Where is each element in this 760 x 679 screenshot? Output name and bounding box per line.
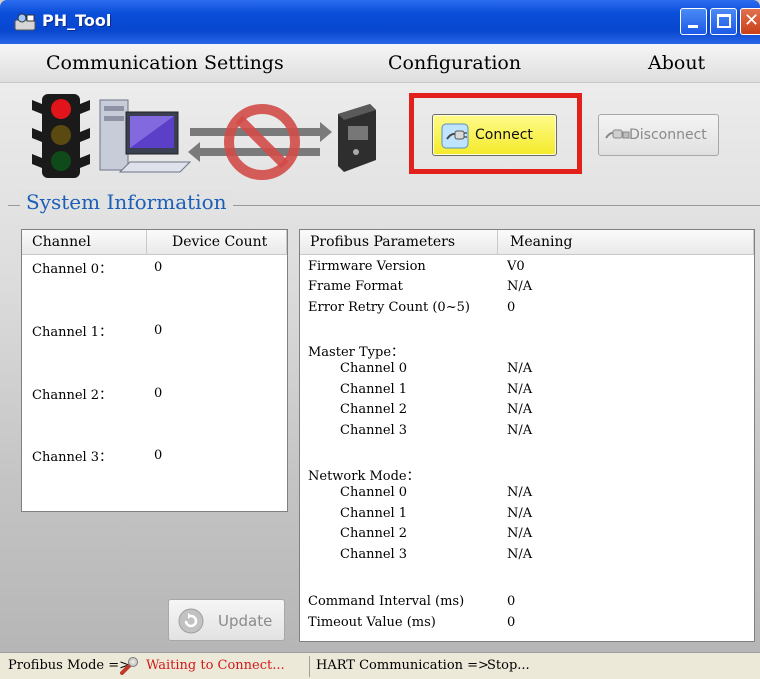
column-header-meaning[interactable]: Meaning: [498, 230, 754, 255]
network-mode-channel-value: N/A: [507, 506, 533, 521]
device-icon: [338, 104, 376, 172]
plug-icon: [441, 123, 469, 149]
wrench-icon: [120, 657, 138, 675]
master-type-channel-label: Channel 1: [340, 382, 408, 397]
master-type-channel-value: N/A: [507, 423, 533, 438]
connect-button[interactable]: Connect: [432, 114, 557, 156]
app-window: PH_Tool ✕ Communication Settings Configu…: [0, 0, 760, 679]
master-type-channel-label: Channel 2: [340, 402, 408, 417]
computer-icon: [99, 99, 192, 173]
menu-about[interactable]: About: [648, 52, 705, 74]
master-type-channel-label: Channel 0: [340, 361, 408, 376]
close-icon: ✕: [744, 10, 760, 31]
refresh-icon: [178, 608, 204, 634]
menu-configuration[interactable]: Configuration: [388, 52, 521, 74]
master-type-channel-label: Channel 3: [340, 423, 408, 438]
column-header-profibus-parameters[interactable]: Profibus Parameters: [300, 230, 498, 255]
hart-communication-status: Stop...: [487, 658, 530, 673]
channel-1-count: 0: [154, 323, 163, 338]
network-mode-channel-label: Channel 2: [340, 526, 408, 541]
network-mode-channel-label: Channel 0: [340, 485, 408, 500]
param-label: Error Retry Count (0~5): [308, 300, 470, 315]
channel-0-label: Channel 0：: [32, 262, 113, 277]
menu-bar: Communication Settings Configuration Abo…: [0, 44, 760, 83]
disconnect-button[interactable]: Disconnect: [598, 114, 719, 156]
status-divider: [309, 656, 310, 677]
timeout-value-label: Timeout Value (ms): [308, 615, 436, 630]
master-type-channel-value: N/A: [507, 361, 533, 376]
close-button[interactable]: ✕: [740, 8, 760, 35]
network-mode-channel-label: Channel 3: [340, 547, 408, 562]
channel-list[interactable]: Channel Device Count Channel 0： 0 Channe…: [21, 229, 288, 512]
maximize-icon: [717, 14, 731, 28]
profibus-mode-status: Waiting to Connect...: [146, 658, 285, 673]
update-label: Update: [218, 612, 273, 630]
channel-0-count: 0: [154, 260, 163, 275]
system-information-title: System Information: [20, 190, 233, 214]
param-label: Firmware Version: [308, 259, 426, 274]
profibus-mode-label: Profibus Mode =>: [8, 658, 131, 673]
channel-1-label: Channel 1：: [32, 325, 113, 340]
channel-2-label: Channel 2：: [32, 388, 113, 403]
command-interval-label: Command Interval (ms): [308, 594, 465, 609]
minimize-icon: [688, 25, 698, 28]
app-icon: [14, 13, 36, 31]
hart-communication-label: HART Communication =>: [316, 658, 489, 673]
channel-2-count: 0: [154, 386, 163, 401]
connection-illustration: [32, 94, 376, 180]
title-bar: PH_Tool ✕: [0, 0, 760, 44]
channel-3-count: 0: [154, 448, 163, 463]
command-interval-value: 0: [507, 594, 516, 609]
status-bar: Profibus Mode => Waiting to Connect... H…: [0, 652, 760, 679]
menu-communication-settings[interactable]: Communication Settings: [46, 52, 284, 74]
param-label: Frame Format: [308, 279, 403, 294]
param-value: N/A: [507, 279, 533, 294]
master-type-channel-value: N/A: [507, 382, 533, 397]
minimize-button[interactable]: [680, 8, 707, 35]
network-mode-channel-value: N/A: [507, 526, 533, 541]
network-mode-channel-value: N/A: [507, 485, 533, 500]
network-mode-channel-value: N/A: [507, 547, 533, 562]
connect-label: Connect: [475, 127, 533, 143]
column-header-device-count[interactable]: Device Count: [147, 230, 287, 255]
maximize-button[interactable]: [710, 8, 737, 35]
disconnect-label: Disconnect: [629, 127, 707, 143]
master-type-label: Master Type：: [308, 345, 405, 360]
disconnected-link-icon: [188, 104, 332, 180]
param-value: 0: [507, 300, 516, 315]
update-button[interactable]: Update: [168, 599, 285, 641]
master-type-channel-value: N/A: [507, 402, 533, 417]
traffic-light-icon: [32, 94, 90, 178]
timeout-value-value: 0: [507, 615, 516, 630]
column-header-channel[interactable]: Channel: [22, 230, 147, 255]
unplug-icon: [605, 129, 630, 139]
network-mode-label: Network Mode：: [308, 469, 420, 484]
channel-3-label: Channel 3：: [32, 450, 113, 465]
window-title: PH_Tool: [42, 11, 112, 30]
param-value: V0: [507, 259, 525, 274]
network-mode-channel-label: Channel 1: [340, 506, 408, 521]
profibus-parameters-list[interactable]: Profibus Parameters Meaning Firmware Ver…: [299, 229, 755, 642]
